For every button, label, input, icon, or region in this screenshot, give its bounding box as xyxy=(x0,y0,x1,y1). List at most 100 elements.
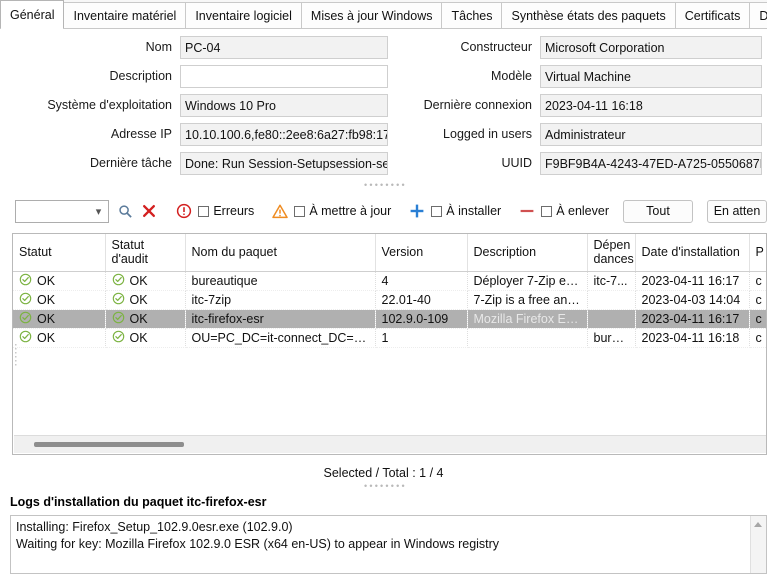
table-row[interactable]: OK OK itc-7zip 22.01-40 7-Zip is a free and … xyxy=(13,290,766,310)
filter-label-a-installer: À installer xyxy=(446,204,502,218)
splitter-handle-bottom[interactable]: •••••••• xyxy=(364,482,407,491)
warning-triangle-icon xyxy=(272,204,289,219)
check-circle-icon xyxy=(19,292,32,308)
chevron-down-icon: ▾ xyxy=(95,205,102,218)
table-row[interactable]: OK OK itc-firefox-esr 102.9.0-109 Mozilla Fi… xyxy=(13,309,766,329)
tab-mises-jour-windows[interactable]: Mises à jour Windows xyxy=(300,2,443,28)
logs-vertical-scrollbar[interactable] xyxy=(750,516,766,573)
checkbox-box[interactable] xyxy=(198,205,210,217)
table-row-grip xyxy=(15,344,19,366)
column-header-p[interactable]: P xyxy=(749,234,766,272)
cell-empty xyxy=(635,404,749,423)
field-value-syst-me-d-exploitation[interactable]: Windows 10 Pro xyxy=(180,93,388,117)
tab-certificats[interactable]: Certificats xyxy=(674,2,751,28)
column-header-version[interactable]: Version xyxy=(375,234,468,272)
search-icon[interactable] xyxy=(118,204,133,219)
pending-button[interactable]: En atten xyxy=(707,199,767,223)
filter-checkbox-erreurs[interactable]: Erreurs xyxy=(198,204,254,218)
cell-version: 4 xyxy=(375,271,468,291)
field-label-derni-re-connexion: Dernière connexion xyxy=(423,98,532,112)
table-empty-row xyxy=(13,347,766,366)
status-text: OK xyxy=(37,330,56,345)
status-badge: OK xyxy=(112,273,179,289)
table-empty-row xyxy=(13,366,766,385)
table-empty-row xyxy=(13,385,766,404)
cell-empty xyxy=(375,385,467,404)
table-horizontal-scrollbar[interactable] xyxy=(14,435,766,453)
logs-content: Installing: Firefox_Setup_102.9.0esr.exe… xyxy=(11,516,766,553)
filter-checkbox-a-enlever[interactable]: À enlever xyxy=(541,204,609,218)
tab-synth-se-tats-des-paquets[interactable]: Synthèse états des paquets xyxy=(501,2,676,28)
clear-x-icon[interactable] xyxy=(142,204,156,218)
filter-checkbox-a-installer[interactable]: À installer xyxy=(431,204,501,218)
checkbox-box[interactable] xyxy=(431,205,443,217)
status-badge: OK xyxy=(19,292,99,308)
field-value-nom[interactable]: PC-04 xyxy=(180,35,388,59)
cell-description: Déployer 7-Zip et Fir... xyxy=(467,271,588,291)
status-text: OK xyxy=(129,311,148,326)
cell-empty xyxy=(587,347,635,366)
cell-empty xyxy=(587,366,635,385)
tab-g-n-ral[interactable]: Général xyxy=(0,0,65,29)
checkbox-box[interactable] xyxy=(541,205,553,217)
show-all-button[interactable]: Tout xyxy=(623,199,693,223)
cell-date: 2023-04-11 16:17 xyxy=(635,271,750,291)
field-label-description: Description xyxy=(109,69,172,83)
scrollbar-thumb[interactable] xyxy=(34,442,184,447)
check-circle-icon xyxy=(19,311,32,327)
field-label-constructeur: Constructeur xyxy=(460,40,532,54)
cell-nom: OU=PC_DC=it-connect_DC=local xyxy=(185,328,376,348)
check-circle-icon xyxy=(112,330,125,346)
cell-empty xyxy=(749,366,766,385)
status-text: OK xyxy=(129,292,148,307)
cell-description: 7-Zip is a free and o... xyxy=(467,290,588,310)
status-text: OK xyxy=(37,292,56,307)
cell-p: c xyxy=(749,328,766,348)
packages-table-container: Statut Statut d'audit Nom du paquet Version… xyxy=(12,233,767,455)
column-header-description[interactable]: Description xyxy=(467,234,588,272)
filter-checkbox-a-mettre-a-jour[interactable]: À mettre à jour xyxy=(294,204,391,218)
splitter-handle-top[interactable]: •••••••• xyxy=(364,181,407,190)
field-value-derni-re-t-che[interactable]: Done: Run Session-Setupsession-setup xyxy=(180,151,388,175)
field-value-adresse-ip[interactable]: 10.10.100.6,fe80::2ee8:6a27:fb98:1730 xyxy=(180,122,388,146)
cell-empty xyxy=(185,404,375,423)
checkbox-box[interactable] xyxy=(294,205,306,217)
minus-icon xyxy=(519,203,535,219)
column-header-statut-d-audit[interactable]: Statut d'audit xyxy=(105,234,186,272)
field-value-description[interactable] xyxy=(180,64,388,88)
tab-t-ches[interactable]: Tâches xyxy=(441,2,503,28)
tab-inventaire-logiciel[interactable]: Inventaire logiciel xyxy=(185,2,302,28)
table-row[interactable]: OK OK OU=PC_DC=it-connect_DC=local 1 bure...… xyxy=(13,328,766,348)
status-text: OK xyxy=(37,311,56,326)
field-label-adresse-ip: Adresse IP xyxy=(110,127,172,141)
selected-total-status: Selected / Total : 1 / 4 xyxy=(323,466,444,480)
cell-statut: OK xyxy=(13,271,106,291)
cell-empty xyxy=(467,366,587,385)
field-value-constructeur[interactable]: Microsoft Corporation xyxy=(540,35,762,59)
column-header-d-pen-dances[interactable]: Dépen dances xyxy=(587,234,636,272)
column-header-date-d-installation[interactable]: Date d'installation xyxy=(635,234,750,272)
scroll-up-arrow-icon[interactable] xyxy=(754,522,762,527)
field-value-uuid[interactable]: F9BF9B4A-4243-47ED-A725-0550687D8 xyxy=(540,151,762,175)
field-value-mod-le[interactable]: Virtual Machine xyxy=(540,64,762,88)
field-label-syst-me-d-exploitation: Système d'exploitation xyxy=(47,98,172,112)
filter-combobox[interactable]: ▾ xyxy=(15,199,110,223)
field-value-derni-re-connexion[interactable]: 2023-04-11 16:18 xyxy=(540,93,762,117)
status-badge: OK xyxy=(19,311,99,327)
column-header-statut[interactable]: Statut xyxy=(13,234,106,272)
cell-version: 102.9.0-109 xyxy=(375,309,468,329)
table-row[interactable]: OK OK bureautique 4 Déployer 7-Zip et Fir...… xyxy=(13,271,766,291)
column-header-nom-du-paquet[interactable]: Nom du paquet xyxy=(185,234,376,272)
cell-dependances: itc-7... xyxy=(587,271,636,291)
cell-date: 2023-04-11 16:17 xyxy=(635,309,750,329)
logs-panel[interactable]: Installing: Firefox_Setup_102.9.0esr.exe… xyxy=(10,515,767,574)
cell-dependances xyxy=(587,290,636,310)
field-value-logged-in-users[interactable]: Administrateur xyxy=(540,122,762,146)
tab-d-p-ts[interactable]: Dépôts xyxy=(749,2,767,28)
cell-empty xyxy=(375,404,467,423)
cell-empty xyxy=(467,385,587,404)
field-label-nom: Nom xyxy=(145,40,172,54)
status-badge: OK xyxy=(112,311,179,327)
tab-inventaire-mat-riel[interactable]: Inventaire matériel xyxy=(63,2,187,28)
status-badge: OK xyxy=(112,330,179,346)
